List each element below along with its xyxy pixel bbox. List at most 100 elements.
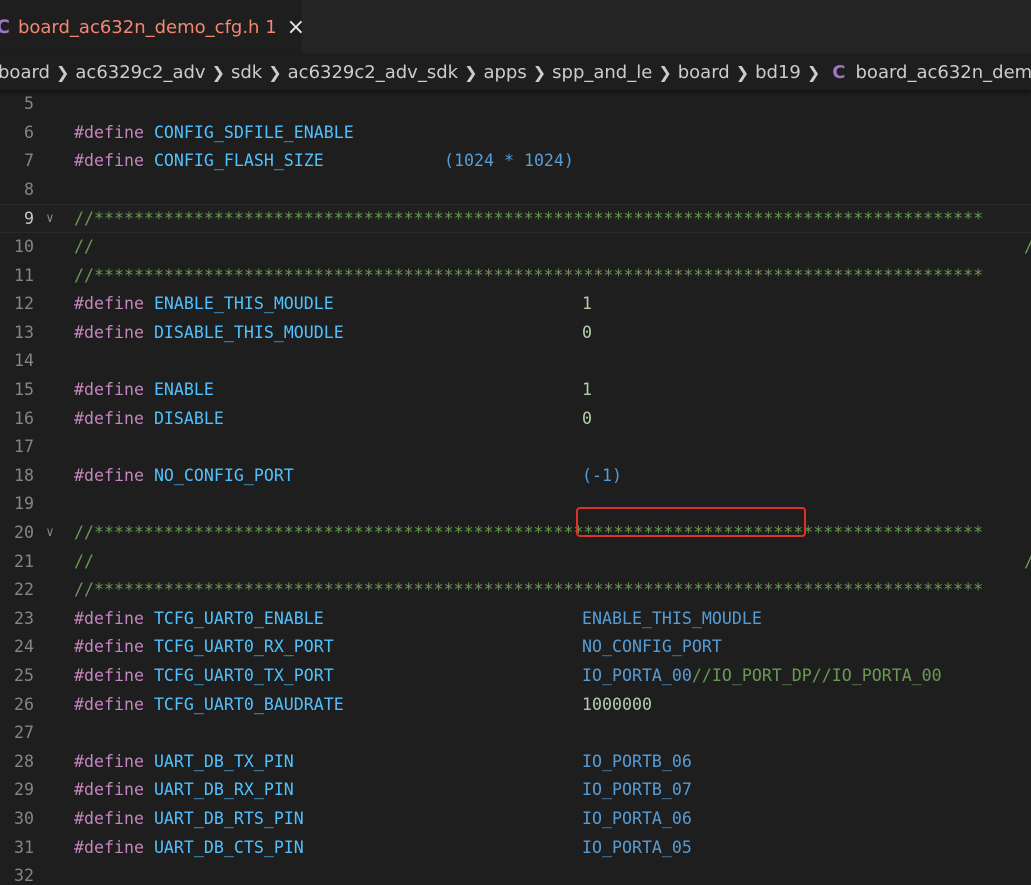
comment-text: //**************************************… [74, 209, 984, 229]
define-keyword: #define [74, 837, 144, 857]
macro-name: DISABLE_THIS_MOUDLE [153, 322, 344, 342]
breadcrumb-item[interactable]: ac6329c2_adv [75, 62, 205, 83]
code-line[interactable]: 5 [0, 90, 1031, 119]
fold-chevron-icon[interactable]: ∨ [46, 519, 54, 548]
chevron-right-icon: ❯ [55, 62, 70, 82]
editor-tab[interactable]: C board_ac632n_demo_cfg.h 1 × [0, 0, 305, 54]
code-line[interactable]: 26 #define TCFG_UART0_BAUDRATE 1000000 [0, 691, 1031, 720]
breadcrumb-file[interactable]: board_ac632n_demo_cfg.h [856, 62, 1031, 83]
macro-reference: IO_PORTA_06 [582, 809, 692, 828]
code-line[interactable]: 27 [0, 719, 1031, 748]
macro-name: CONFIG_FLASH_SIZE [153, 151, 324, 171]
line-code: #define DISABLE 0 [74, 405, 592, 434]
breadcrumb-item[interactable]: spp_and_le [552, 62, 652, 83]
line-code: /// [74, 233, 1031, 262]
code-line[interactable]: 30 #define UART_DB_RTS_PIN IO_PORTA_06 [0, 805, 1031, 834]
line-code: //**************************************… [74, 205, 983, 234]
code-line[interactable]: 7 #define CONFIG_FLASH_SIZE (1024 * 1024) [0, 147, 1031, 176]
define-keyword: #define [74, 322, 144, 342]
c-file-icon: C [0, 16, 10, 38]
breadcrumb: board ❯ ac6329c2_adv ❯ sdk ❯ ac6329c2_ad… [0, 54, 1031, 90]
code-line[interactable]: 31 #define UART_DB_CTS_PIN IO_PORTA_05 [0, 834, 1031, 863]
trailing-comment: //IO_PORT_DP//IO_PORTA_00 [691, 666, 942, 685]
code-line[interactable]: 11 //************************************… [0, 262, 1031, 291]
code-line[interactable]: 13 #define DISABLE_THIS_MOUDLE 0 [0, 319, 1031, 348]
line-code: //**************************************… [74, 262, 983, 291]
comment-text: //**************************************… [74, 265, 984, 285]
line-code: #define ENABLE_THIS_MOUDLE 1 [74, 290, 592, 319]
macro-value: IO_PORTB_07 [582, 776, 692, 805]
macro-reference: IO_PORTB_06 [582, 751, 692, 771]
macro-value: IO_PORTB_06 [582, 748, 692, 777]
code-line[interactable]: 15 #define ENABLE 1 [0, 376, 1031, 405]
line-number: 18 [14, 465, 34, 485]
line-number: 10 [14, 237, 34, 256]
code-line[interactable]: 8 [0, 176, 1031, 205]
code-editor[interactable]: 5 6 #define CONFIG_SDFILE_ENABLE 7 #define C… [0, 90, 1031, 885]
code-line[interactable]: 21/// [0, 548, 1031, 577]
macro-reference: ENABLE_THIS_MOUDLE [582, 608, 762, 628]
code-line[interactable]: 28 #define UART_DB_TX_PIN IO_PORTB_06 [0, 748, 1031, 777]
breadcrumb-item[interactable]: sdk [231, 62, 262, 83]
code-line[interactable]: 23 #define TCFG_UART0_ENABLE ENABLE_THIS_M… [0, 605, 1031, 634]
paren: ) [563, 151, 574, 171]
define-keyword: #define [74, 637, 144, 657]
code-line[interactable]: 32 [0, 862, 1031, 885]
code-line[interactable]: 24 #define TCFG_UART0_RX_PORT NO_CONFIG_PO… [0, 633, 1031, 662]
annotation-highlight-box [576, 507, 806, 537]
line-code: #define UART_DB_CTS_PIN IO_PORTA_05 [74, 834, 692, 863]
code-line[interactable]: 12 #define ENABLE_THIS_MOUDLE 1 [0, 290, 1031, 319]
breadcrumb-item[interactable]: board [678, 62, 730, 83]
operator: * [493, 151, 524, 171]
code-line[interactable]: 20 ∨ //***********************************… [0, 519, 1031, 548]
macro-name: ENABLE_THIS_MOUDLE [153, 294, 334, 314]
fold-chevron-icon[interactable]: ∨ [46, 205, 54, 234]
chevron-right-icon: ❯ [211, 62, 225, 82]
line-number: 19 [14, 494, 34, 514]
paren: ( [444, 151, 454, 171]
code-line[interactable]: 19 [0, 490, 1031, 519]
line-number: 23 [14, 608, 34, 628]
line-number: 31 [14, 837, 34, 857]
code-line[interactable]: 25 #define TCFG_UART0_TX_PORT IO_PORTA_00/… [0, 662, 1031, 691]
code-line[interactable]: 17 [0, 433, 1031, 462]
close-icon[interactable]: × [287, 15, 305, 40]
define-keyword: #define [74, 122, 144, 142]
define-keyword: #define [74, 751, 144, 771]
code-line[interactable]: 9 ∨ //************************************… [0, 204, 1031, 233]
breadcrumb-item[interactable]: board [0, 62, 50, 83]
breadcrumb-item[interactable]: apps [483, 62, 526, 83]
macro-name: CONFIG_SDFILE_ENABLE [153, 122, 354, 142]
line-number: 20 [14, 523, 34, 542]
line-code: #define CONFIG_SDFILE_ENABLE [74, 119, 354, 148]
breadcrumb-item[interactable]: ac6329c2_adv_sdk [288, 62, 458, 83]
code-line[interactable]: 22 //************************************… [0, 576, 1031, 605]
macro-reference: NO_CONFIG_PORT [582, 637, 722, 657]
line-code: #define UART_DB_TX_PIN IO_PORTB_06 [74, 748, 692, 777]
line-number: 25 [14, 666, 34, 685]
code-line[interactable]: 29 #define UART_DB_RX_PIN IO_PORTB_07 [0, 776, 1031, 805]
code-line[interactable]: 18 #define NO_CONFIG_PORT (-1) [0, 462, 1031, 491]
code-line[interactable]: 10 /// [0, 233, 1031, 262]
macro-value: 1 [582, 294, 592, 314]
define-keyword: #define [74, 694, 144, 714]
code-line[interactable]: 6 #define CONFIG_SDFILE_ENABLE [0, 119, 1031, 148]
line-code: #define TCFG_UART0_BAUDRATE 1000000 [74, 691, 652, 720]
line-number: 29 [14, 780, 34, 800]
define-keyword: #define [74, 780, 144, 800]
macro-value: (1024 * 1024) [444, 147, 574, 176]
line-code: /// [74, 548, 1031, 577]
code-line[interactable]: 14 [0, 347, 1031, 376]
macro-reference: IO_PORTA_05 [582, 837, 692, 857]
line-code: #define UART_DB_RX_PIN IO_PORTB_07 [74, 776, 692, 805]
line-number: 6 [24, 122, 34, 142]
code-line[interactable]: 16 #define DISABLE 0 [0, 405, 1031, 434]
line-code: #define TCFG_UART0_TX_PORT IO_PORTA_00//I… [74, 662, 942, 691]
breadcrumb-item[interactable]: bd19 [755, 62, 801, 83]
comment-text: //**************************************… [74, 580, 984, 600]
macro-name: UART_DB_CTS_PIN [153, 837, 304, 857]
macro-name: TCFG_UART0_ENABLE [153, 608, 324, 628]
macro-name: NO_CONFIG_PORT [153, 465, 294, 485]
macro-name: DISABLE [153, 408, 224, 428]
line-code: //**************************************… [74, 519, 983, 548]
